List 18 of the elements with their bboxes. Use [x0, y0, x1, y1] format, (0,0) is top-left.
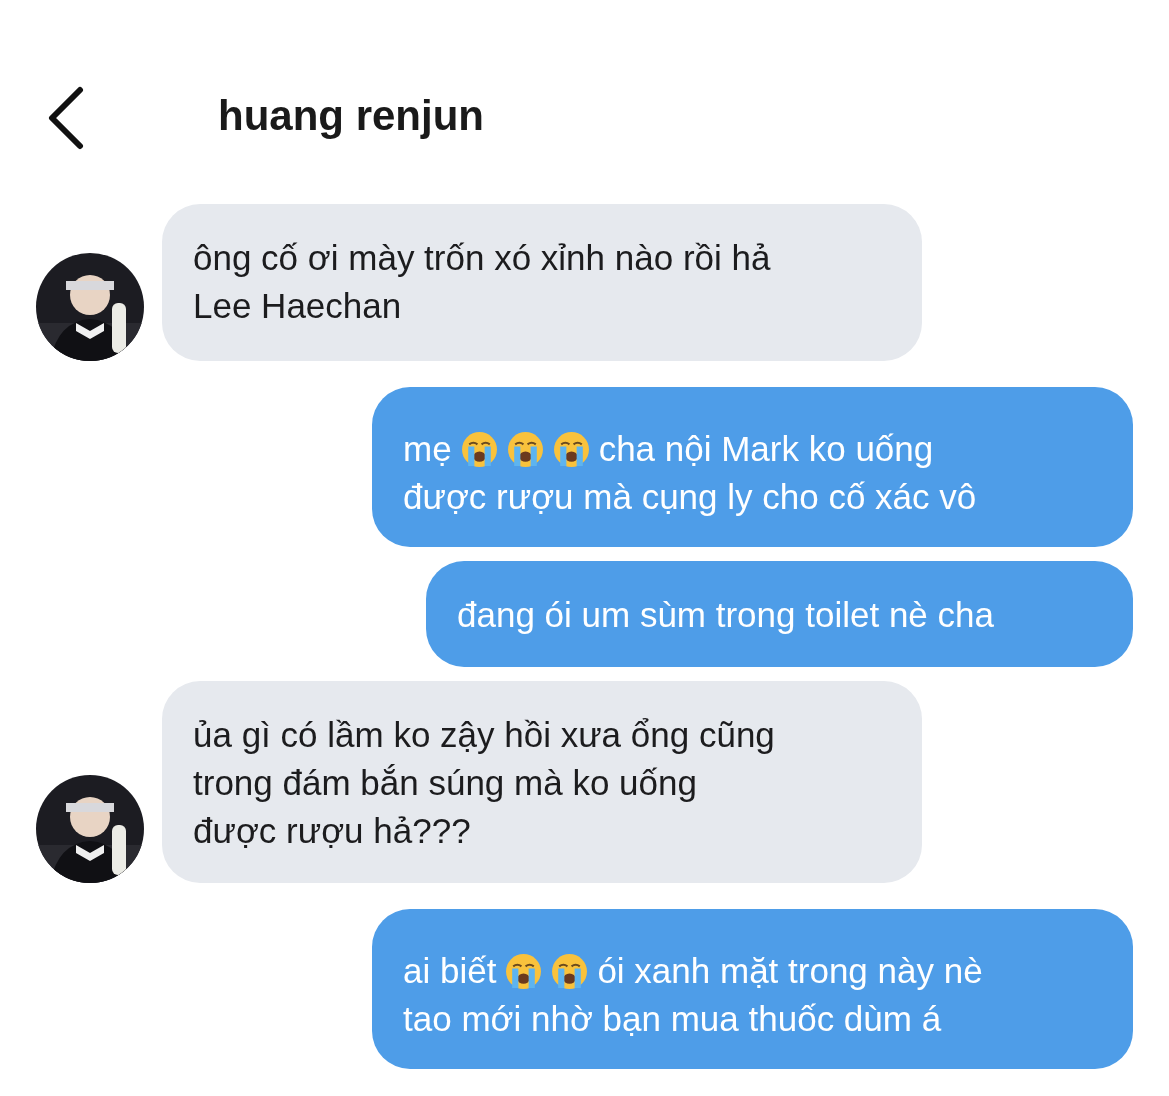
message-text: tao mới nhờ bạn mua thuốc dùm á	[403, 998, 942, 1040]
crying-face-icon	[506, 430, 544, 468]
message-text: ông cố ơi mày trốn xó xỉnh nào rồi hả	[193, 237, 771, 279]
message-text: được rượu mà cụng ly cho cố xác vô	[403, 476, 977, 518]
contact-name: huang renjun	[218, 92, 484, 140]
crying-face-icon	[552, 430, 590, 468]
message-text: trong đám bắn súng mà ko uống	[193, 762, 697, 804]
message-text: ai biết	[403, 950, 497, 992]
message-text: ói xanh mặt trong này nè	[597, 950, 983, 992]
message-text: được rượu hả???	[193, 810, 471, 852]
message-text: mẹ	[403, 428, 452, 470]
crying-face-icon	[551, 952, 589, 990]
message-text: cha nội Mark ko uống	[598, 428, 934, 470]
crying-face-icon	[460, 430, 498, 468]
message-text: đang ói um sùm trong toilet nè cha	[457, 594, 994, 636]
message-text: ủa gì có lầm ko zậy hồi xưa ổng cũng	[193, 714, 775, 756]
message-text: Lee Haechan	[193, 285, 402, 327]
crying-face-icon	[505, 952, 543, 990]
